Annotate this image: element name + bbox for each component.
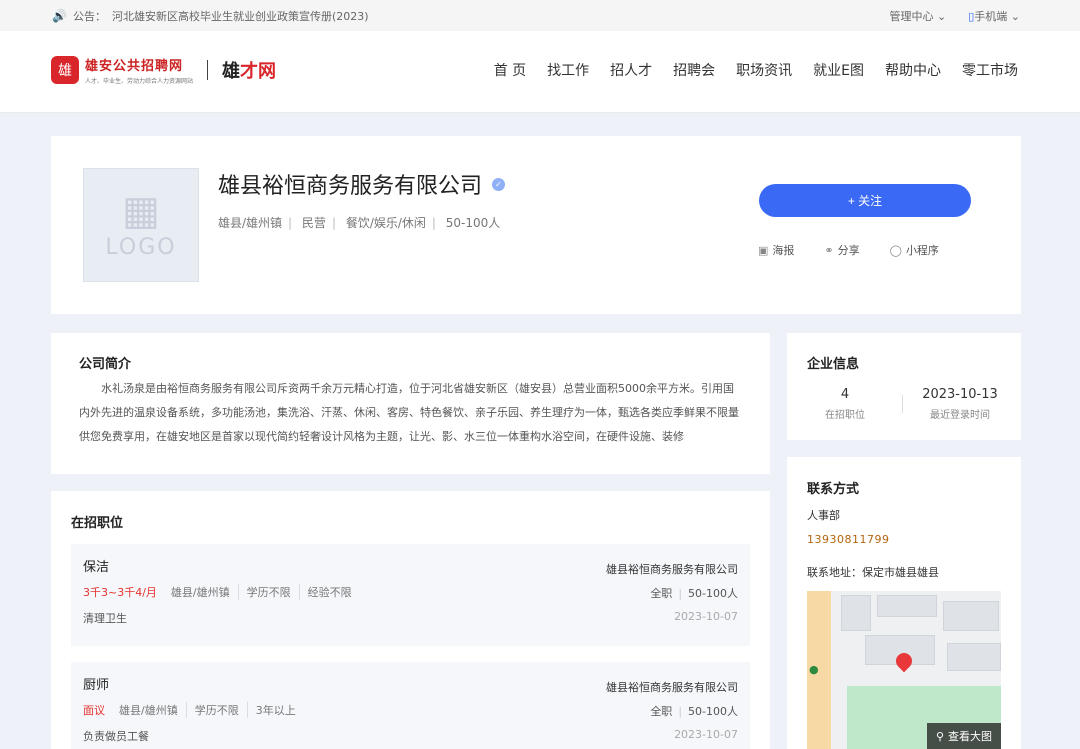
- manage-center-link[interactable]: 管理中心 ⌄: [890, 8, 947, 24]
- job-title[interactable]: 厨师: [83, 674, 109, 693]
- company-logo: ▦ LOGO: [83, 168, 199, 282]
- mini-program-button[interactable]: ◯ 小程序: [890, 242, 939, 258]
- follow-button[interactable]: + 关注: [759, 184, 971, 217]
- main-nav: 首 页 找工作 招人才 招聘会 职场资讯 就业E图 帮助中心 零工市场: [494, 60, 1018, 80]
- site-logo[interactable]: 雄 雄安公共招聘网 人才、毕业生、劳动力综合人力资源网站 雄才网: [51, 55, 276, 85]
- stat-divider: [902, 395, 903, 413]
- job-item[interactable]: 保洁 3千3~3千4/月 雄县/雄州镇 学历不限 经验不限 清理卫生 雄县裕恒商…: [71, 544, 750, 646]
- poster-button[interactable]: ▣ 海报: [758, 242, 794, 258]
- nav-employment-map[interactable]: 就业E图: [813, 60, 864, 80]
- jobs-title: 在招职位: [71, 516, 124, 531]
- job-company[interactable]: 雄县裕恒商务服务有限公司: [606, 561, 738, 577]
- job-salary: 3千3~3千4/月: [83, 586, 157, 599]
- nav-recruit[interactable]: 招人才: [610, 60, 652, 80]
- contact-card: 联系方式 人事部 13930811799 联系地址：保定市雄县雄县 ● ⚲ 查看…: [787, 457, 1021, 749]
- company-actions: ▣ 海报 ⚭ 分享 ◯ 小程序: [758, 242, 939, 258]
- nav-home[interactable]: 首 页: [494, 60, 526, 80]
- contact-title: 联系方式: [807, 482, 860, 497]
- logo-divider: [207, 60, 209, 80]
- job-date: 2023-10-07: [674, 610, 738, 623]
- intro-title: 公司简介: [79, 357, 132, 372]
- intro-text: 水礼汤泉是由裕恒商务服务有限公司斥资两千余万元精心打造，位于河北省雄安新区（雄安…: [79, 382, 739, 443]
- traffic-light-icon: ●: [809, 663, 819, 676]
- job-item[interactable]: 厨师 面议 雄县/雄州镇 学历不限 3年以上 负责做员工餐 雄县裕恒商务服务有限…: [71, 662, 750, 749]
- search-icon: ⚲: [935, 729, 945, 743]
- nav-job-fair[interactable]: 招聘会: [673, 60, 715, 80]
- chevron-down-icon: ⌄: [937, 10, 947, 23]
- job-desc: 负责做员工餐: [83, 730, 149, 743]
- image-icon: ▣: [758, 243, 769, 257]
- job-type-size: 全职 | 50-100人: [650, 705, 738, 718]
- logo-subtitle: 人才、毕业生、劳动力综合人力资源网站: [85, 78, 194, 85]
- jobs-count-stat: 4 在招职位: [825, 387, 865, 421]
- brand-logo: 雄才网: [222, 61, 277, 82]
- job-type-size: 全职 | 50-100人: [650, 587, 738, 600]
- mini-program-icon: ◯: [889, 243, 902, 257]
- notice-label: 公告：: [72, 10, 106, 23]
- top-bar: 🔊 公告： 河北雄安新区高校毕业生就业创业政策宣传册(2023) 管理中心 ⌄ …: [0, 0, 1080, 31]
- contact-dept: 人事部: [807, 509, 840, 522]
- nav-find-job[interactable]: 找工作: [547, 60, 589, 80]
- last-login-stat: 2023-10-13 最近登录时间: [922, 387, 998, 421]
- company-intro-card: 公司简介 水礼汤泉是由裕恒商务服务有限公司斥资两千余万元精心打造，位于河北省雄安…: [51, 333, 770, 474]
- nav-gig-market[interactable]: 零工市场: [962, 60, 1018, 80]
- share-icon: ⚭: [824, 243, 834, 257]
- view-large-map-button[interactable]: ⚲ 查看大图: [927, 723, 1001, 749]
- enterprise-info-card: 企业信息 4 在招职位 2023-10-13 最近登录时间: [787, 333, 1021, 440]
- company-meta: 雄县/雄州镇 | 民营 | 餐饮/娱乐/休闲 | 50-100人: [218, 216, 501, 230]
- job-salary: 面议: [83, 704, 105, 717]
- chevron-down-icon: ⌄: [1010, 10, 1020, 23]
- verified-icon: ✓: [492, 177, 506, 191]
- share-button[interactable]: ⚭ 分享: [824, 242, 859, 258]
- job-tags: 面议 雄县/雄州镇 学历不限 3年以上: [83, 702, 304, 718]
- mobile-link[interactable]: ▯手机端 ⌄: [968, 8, 1020, 24]
- nav-help-center[interactable]: 帮助中心: [885, 60, 941, 80]
- logo-title: 雄安公共招聘网: [85, 59, 184, 74]
- job-tags: 3千3~3千4/月 雄县/雄州镇 学历不限 经验不限: [83, 584, 360, 600]
- job-desc: 清理卫生: [83, 612, 127, 625]
- company-header-card: ▦ LOGO 雄县裕恒商务服务有限公司 ✓ 雄县/雄州镇 | 民营 | 餐饮/娱乐/…: [51, 136, 1021, 314]
- company-name: 雄县裕恒商务服务有限公司 ✓: [218, 168, 506, 200]
- contact-phone: 13930811799: [807, 533, 890, 546]
- nav-career-news[interactable]: 职场资讯: [736, 60, 792, 80]
- site-header: 雄 雄安公共招聘网 人才、毕业生、劳动力综合人力资源网站 雄才网 首 页 找工作…: [0, 31, 1080, 113]
- location-map[interactable]: ● ⚲ 查看大图: [807, 591, 1001, 749]
- info-title: 企业信息: [807, 357, 860, 372]
- notice-text[interactable]: 河北雄安新区高校毕业生就业创业政策宣传册(2023): [112, 8, 369, 24]
- jobs-card: 在招职位 保洁 3千3~3千4/月 雄县/雄州镇 学历不限 经验不限 清理卫生 …: [51, 491, 770, 749]
- job-title[interactable]: 保洁: [83, 556, 109, 575]
- speaker-icon: 🔊: [52, 9, 67, 23]
- building-icon: ▦: [122, 187, 160, 234]
- notice[interactable]: 🔊 公告： 河北雄安新区高校毕业生就业创业政策宣传册(2023): [52, 8, 369, 24]
- logo-badge: 雄: [51, 56, 79, 84]
- job-date: 2023-10-07: [674, 728, 738, 741]
- contact-address: 联系地址：保定市雄县雄县: [807, 566, 939, 579]
- job-company[interactable]: 雄县裕恒商务服务有限公司: [606, 679, 738, 695]
